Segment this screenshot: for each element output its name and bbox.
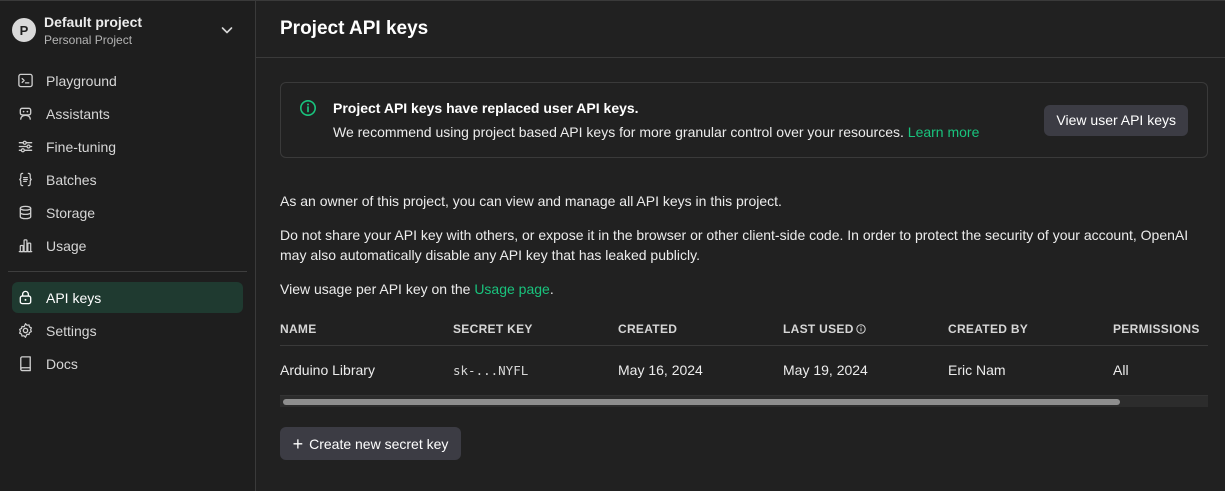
sidebar-item-api-keys[interactable]: API keys: [12, 282, 243, 313]
page-header: Project API keys: [256, 1, 1225, 58]
usage-prefix: View usage per API key on the: [280, 281, 471, 297]
description-ownership: As an owner of this project, you can vie…: [280, 193, 782, 209]
sidebar-item-label: Storage: [46, 204, 96, 221]
content-area: Project API keys have replaced user API …: [256, 58, 1225, 460]
cell-created-by: Eric Nam: [948, 362, 1006, 379]
page-title: Project API keys: [280, 18, 429, 39]
sidebar-item-label: Assistants: [46, 105, 110, 122]
sidebar-item-label: Settings: [46, 322, 97, 339]
plus-icon: +: [292, 433, 304, 454]
project-avatar: P: [12, 18, 36, 42]
bar-chart-icon: [18, 239, 33, 253]
view-user-api-keys-button[interactable]: View user API keys: [1044, 104, 1188, 136]
description-usage: View usage per API key on the Usage page…: [280, 279, 1208, 299]
cell-created: May 16, 2024: [618, 362, 703, 379]
column-header-last-used: LAST USED: [783, 313, 948, 346]
database-icon: [19, 205, 32, 220]
sidebar-item-label: Batches: [46, 171, 97, 188]
learn-more-link[interactable]: Learn more: [908, 124, 980, 140]
banner-title: Project API keys have replaced user API …: [333, 100, 639, 116]
sidebar-item-storage[interactable]: Storage: [12, 197, 243, 228]
sidebar-item-settings[interactable]: Settings: [12, 315, 243, 346]
gear-icon: [19, 323, 32, 338]
usage-page-link[interactable]: Usage page: [474, 281, 550, 297]
sidebar-item-batches[interactable]: Batches: [12, 164, 243, 195]
braces-icon: [19, 172, 32, 187]
sidebar-item-label: Usage: [46, 237, 87, 254]
project-info: Default project Personal Project: [44, 13, 219, 48]
sidebar-divider: [8, 271, 247, 272]
sidebar-item-label: Docs: [46, 355, 78, 372]
info-circle-icon: [300, 100, 316, 116]
sidebar-item-label: Playground: [46, 72, 117, 89]
scrollbar-thumb[interactable]: [283, 399, 1120, 405]
sidebar-item-label: API keys: [46, 289, 102, 306]
cell-name: Arduino Library: [280, 362, 375, 379]
sidebar-item-assistants[interactable]: Assistants: [12, 98, 243, 129]
info-icon[interactable]: [856, 324, 866, 334]
sidebar-item-fine-tuning[interactable]: Fine-tuning: [12, 131, 243, 162]
column-header-secret-key: SECRET KEY: [453, 313, 618, 346]
api-keys-table: NAME SECRET KEY CREATED LAST USED CREATE…: [280, 313, 1208, 395]
horizontal-scrollbar[interactable]: [280, 395, 1208, 407]
cell-last-used: May 19, 2024: [783, 362, 868, 379]
sidebar-item-docs[interactable]: Docs: [12, 348, 243, 379]
book-icon: [20, 356, 31, 372]
robot-icon: [19, 107, 32, 120]
main-content: Project API keys Project API keys have r…: [256, 1, 1225, 491]
create-secret-key-button[interactable]: + Create new secret key: [280, 427, 461, 460]
banner-body-text: We recommend using project based API key…: [333, 124, 904, 140]
cell-secret-key: sk-...NYFL: [453, 362, 529, 378]
last-used-label: LAST USED: [783, 321, 854, 336]
sidebar: P Default project Personal Project Playg…: [0, 1, 256, 491]
terminal-icon: [18, 73, 33, 88]
info-banner: Project API keys have replaced user API …: [280, 82, 1208, 158]
lock-icon: [19, 290, 32, 305]
usage-suffix: .: [549, 281, 554, 297]
column-header-created-by: CREATED BY: [948, 313, 1113, 346]
project-name: Default project: [44, 13, 143, 30]
banner-text: Project API keys have replaced user API …: [333, 98, 1044, 142]
description-security: Do not share your API key with others, o…: [280, 227, 1189, 263]
app-root: P Default project Personal Project Playg…: [0, 0, 1225, 491]
project-subtitle: Personal Project: [44, 32, 133, 47]
column-header-created: CREATED: [618, 313, 783, 346]
sliders-icon: [18, 140, 33, 153]
sidebar-item-playground[interactable]: Playground: [12, 65, 243, 96]
sidebar-nav: Playground Assistants Fine-tuning Batche…: [8, 65, 247, 379]
column-header-permissions: PERMISSIONS: [1113, 313, 1208, 346]
column-header-name: NAME: [280, 313, 453, 346]
table-header-row: NAME SECRET KEY CREATED LAST USED CREATE…: [280, 313, 1208, 346]
banner-body: We recommend using project based API key…: [333, 122, 1044, 142]
cell-permissions: All: [1113, 362, 1129, 379]
table-row[interactable]: Arduino Library sk-...NYFL May 16, 2024 …: [280, 345, 1208, 395]
sidebar-item-label: Fine-tuning: [46, 138, 117, 155]
create-secret-key-label: Create new secret key: [309, 435, 449, 452]
sidebar-item-usage[interactable]: Usage: [12, 230, 243, 261]
project-switcher[interactable]: P Default project Personal Project: [12, 1, 243, 59]
chevron-down-icon[interactable]: [219, 22, 235, 38]
